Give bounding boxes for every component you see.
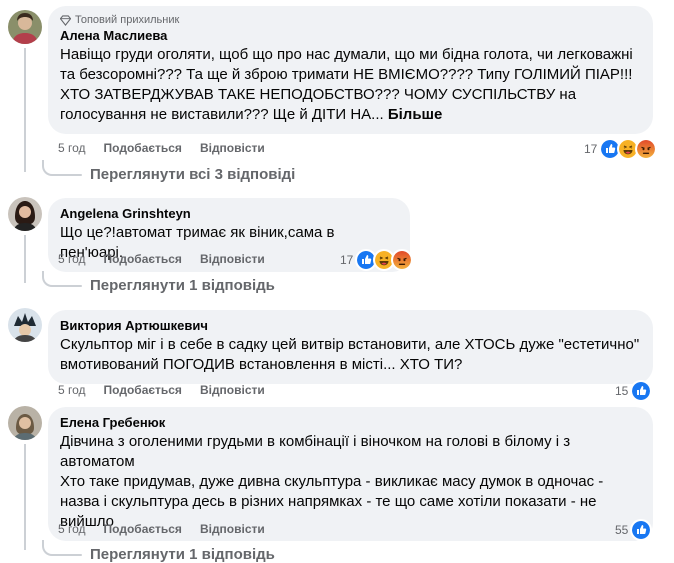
thread-line bbox=[24, 444, 26, 550]
view-replies-label[interactable]: Переглянути 1 відповідь bbox=[90, 546, 275, 563]
like-button[interactable]: Подобається bbox=[104, 252, 182, 266]
diamond-badge-icon bbox=[60, 14, 71, 26]
see-more-link[interactable]: Більше bbox=[388, 106, 443, 123]
like-icon bbox=[630, 380, 653, 402]
comment-text: Дівчина з оголеними грудьми в комбінації… bbox=[60, 433, 604, 530]
timestamp[interactable]: 5 год bbox=[58, 252, 86, 266]
avatar[interactable] bbox=[8, 197, 42, 231]
comment-author[interactable]: Елена Гребенюк bbox=[60, 415, 641, 430]
comment-actions: 5 год Подобається Відповісти bbox=[58, 522, 265, 536]
comment-actions: 5 год Подобається Відповісти bbox=[58, 252, 265, 266]
comment-author[interactable]: Виктория Артюшкевич bbox=[60, 318, 641, 333]
avatar[interactable] bbox=[8, 406, 42, 440]
avatar[interactable] bbox=[8, 308, 42, 342]
comment-bubble: Елена Гребенюк Дівчина з оголеними грудь… bbox=[48, 407, 653, 541]
reply-button[interactable]: Відповісти bbox=[200, 141, 265, 155]
comment-bubble: Топовий прихильник Алена Маслиева Навіщо… bbox=[48, 6, 653, 134]
reply-connector bbox=[42, 159, 82, 176]
reaction-count: 17 bbox=[584, 142, 598, 156]
comment-text: Скульптор міг і в себе в садку цей витві… bbox=[60, 336, 644, 373]
comment-author[interactable]: Алена Маслиева bbox=[60, 28, 641, 43]
angry-icon bbox=[635, 138, 658, 160]
view-replies-link[interactable]: Переглянути 1 відповідь bbox=[42, 539, 275, 563]
badge-label: Топовий прихильник bbox=[75, 14, 180, 26]
view-replies-label[interactable]: Переглянути 1 відповідь bbox=[90, 277, 275, 294]
like-button[interactable]: Подобається bbox=[104, 383, 182, 397]
reaction-summary[interactable]: 17 bbox=[584, 138, 658, 160]
avatar[interactable] bbox=[8, 10, 42, 44]
thread-line bbox=[24, 48, 26, 172]
reaction-count: 17 bbox=[340, 253, 354, 267]
reaction-summary[interactable]: 15 bbox=[615, 380, 653, 402]
reaction-count: 15 bbox=[615, 384, 629, 398]
reply-button[interactable]: Відповісти bbox=[200, 383, 265, 397]
timestamp[interactable]: 5 год bbox=[58, 141, 86, 155]
reaction-summary[interactable]: 17 bbox=[340, 249, 414, 271]
reaction-summary[interactable]: 55 bbox=[615, 519, 653, 541]
view-replies-link[interactable]: Переглянути всі 3 відповіді bbox=[42, 159, 295, 183]
thread-line bbox=[24, 235, 26, 283]
comment-actions: 5 год Подобається Відповісти bbox=[58, 141, 265, 155]
like-button[interactable]: Подобається bbox=[104, 141, 182, 155]
like-icon bbox=[630, 519, 653, 541]
timestamp[interactable]: 5 год bbox=[58, 522, 86, 536]
view-replies-link[interactable]: Переглянути 1 відповідь bbox=[42, 270, 275, 294]
comment-actions: 5 год Подобається Відповісти bbox=[58, 383, 265, 397]
reply-button[interactable]: Відповісти bbox=[200, 522, 265, 536]
top-fan-badge: Топовий прихильник bbox=[60, 14, 641, 26]
comment-author[interactable]: Angelena Grinshteyn bbox=[60, 206, 398, 221]
comment-text: Навіщо груди оголяти, щоб що про нас дум… bbox=[60, 45, 641, 125]
timestamp[interactable]: 5 год bbox=[58, 383, 86, 397]
reply-connector bbox=[42, 270, 82, 287]
comment-text-body: Навіщо груди оголяти, щоб що про нас дум… bbox=[60, 46, 637, 123]
angry-icon bbox=[391, 249, 414, 271]
like-button[interactable]: Подобається bbox=[104, 522, 182, 536]
reaction-count: 55 bbox=[615, 523, 629, 537]
comment-bubble: Виктория Артюшкевич Скульптор міг і в се… bbox=[48, 310, 653, 384]
view-replies-label[interactable]: Переглянути всі 3 відповіді bbox=[90, 166, 295, 183]
reply-button[interactable]: Відповісти bbox=[200, 252, 265, 266]
